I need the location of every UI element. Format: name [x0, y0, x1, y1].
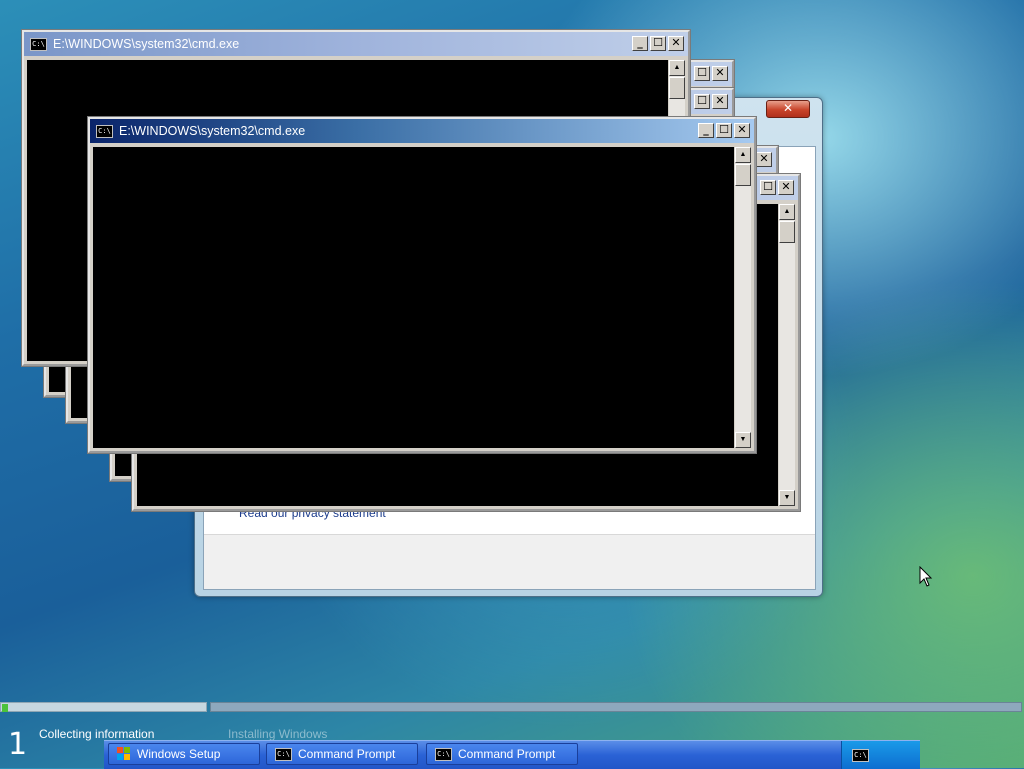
scroll-thumb[interactable] — [669, 77, 685, 99]
step-collecting-information: Collecting information — [39, 727, 155, 741]
progress-segment-installing — [210, 702, 1022, 712]
step-installing-windows: Installing Windows — [228, 727, 328, 741]
close-button[interactable]: ✕ — [778, 180, 794, 195]
scroll-down-button[interactable]: ▼ — [735, 432, 751, 448]
cmd-titlebar[interactable]: C:\ E:\WINDOWS\system32\cmd.exe _ ☐ ✕ — [24, 32, 688, 56]
scroll-up-button[interactable]: ▲ — [779, 204, 795, 220]
vertical-scrollbar[interactable]: ▲ ▼ — [735, 147, 751, 448]
maximize-button[interactable]: ☐ — [694, 66, 710, 81]
close-button[interactable]: ✕ — [712, 94, 728, 109]
console-area[interactable] — [93, 147, 734, 448]
taskbar-item-command-prompt[interactable]: C:\ Command Prompt — [266, 743, 418, 765]
maximize-button[interactable]: ☐ — [694, 94, 710, 109]
setup-progress-bar — [0, 702, 1024, 714]
cmd-window-active: C:\ E:\WINDOWS\system32\cmd.exe _ ☐ ✕ ▲ … — [87, 116, 757, 454]
scroll-thumb[interactable] — [779, 221, 795, 243]
setup-close-button[interactable]: ✕ — [766, 100, 810, 118]
minimize-button[interactable]: _ — [632, 36, 648, 51]
cmd-icon: C:\ — [275, 747, 292, 761]
cmd-icon: C:\ — [435, 747, 452, 761]
scroll-up-button[interactable]: ▲ — [735, 147, 751, 163]
cmd-icon[interactable]: C:\ — [852, 749, 869, 762]
close-button[interactable]: ✕ — [734, 123, 750, 138]
scroll-up-button[interactable]: ▲ — [669, 60, 685, 76]
minimize-button[interactable]: _ — [698, 123, 714, 138]
scroll-thumb[interactable] — [735, 164, 751, 186]
taskbar-item-command-prompt[interactable]: C:\ Command Prompt — [426, 743, 578, 765]
taskbar-item-label: Command Prompt — [298, 747, 396, 761]
setup-footer — [204, 534, 815, 589]
maximize-button[interactable]: ☐ — [650, 36, 666, 51]
vertical-scrollbar[interactable]: ▲ ▼ — [779, 204, 795, 506]
system-tray: C:\ — [841, 741, 920, 769]
mouse-cursor-icon — [919, 566, 933, 587]
taskbar-item-windows-setup[interactable]: Windows Setup — [108, 743, 260, 765]
cmd-icon: C:\ — [96, 124, 113, 138]
taskbar: Windows Setup C:\ Command Prompt C:\ Com… — [104, 740, 920, 769]
cmd-titlebar[interactable]: C:\ E:\WINDOWS\system32\cmd.exe _ ☐ ✕ — [90, 119, 754, 143]
close-button[interactable]: ✕ — [712, 66, 728, 81]
taskbar-item-label: Command Prompt — [458, 747, 556, 761]
window-title: E:\WINDOWS\system32\cmd.exe — [53, 37, 240, 51]
taskbar-item-label: Windows Setup — [137, 747, 221, 761]
close-button[interactable]: ✕ — [756, 152, 772, 167]
close-button[interactable]: ✕ — [668, 36, 684, 51]
scroll-down-button[interactable]: ▼ — [779, 490, 795, 506]
progress-fill — [2, 704, 8, 712]
maximize-button[interactable]: ☐ — [760, 180, 776, 195]
cmd-icon: C:\ — [30, 37, 47, 51]
windows-logo-icon — [117, 747, 131, 761]
progress-segment-collecting — [0, 702, 207, 712]
step-number: 1 — [8, 727, 28, 762]
maximize-button[interactable]: ☐ — [716, 123, 732, 138]
window-title: E:\WINDOWS\system32\cmd.exe — [119, 124, 306, 138]
